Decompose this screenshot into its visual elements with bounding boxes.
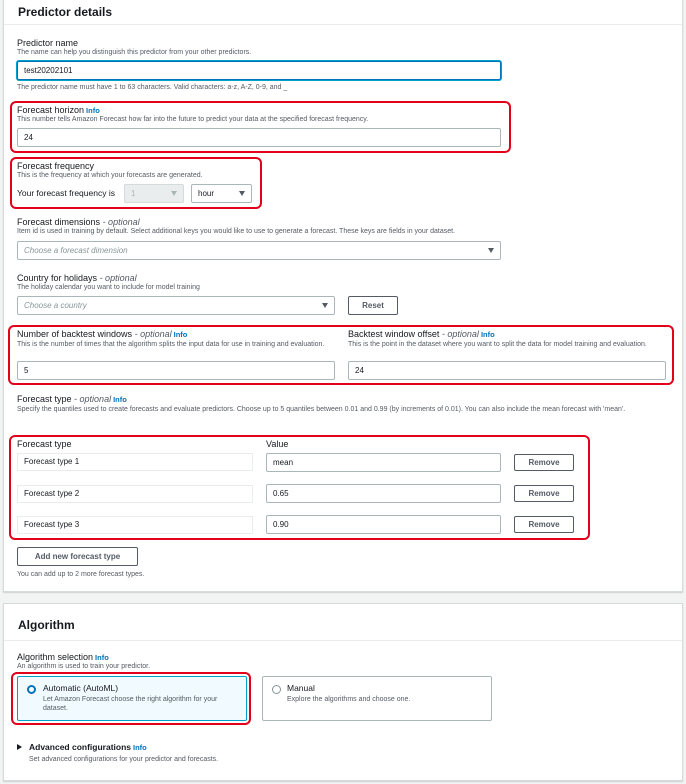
automl-title: Automatic (AutoML)	[43, 683, 119, 693]
backtest-windows-info-link[interactable]: Info	[174, 330, 188, 339]
forecast-dimension-select[interactable]: Choose a forecast dimension	[17, 241, 501, 260]
forecast-dimensions-desc: Item id is used in training by default. …	[17, 228, 456, 235]
backtest-offset-desc: This is the point in the dataset where y…	[348, 341, 647, 348]
divider	[4, 640, 682, 641]
add-forecast-type-hint: You can add up to 2 more forecast types.	[17, 571, 145, 578]
backtest-windows-desc: This is the number of times that the alg…	[17, 341, 325, 348]
forecast-type-desc: Specify the quantiles used to create for…	[17, 406, 626, 413]
manual-radio[interactable]	[272, 685, 281, 694]
predictor-name-hint: The predictor name must have 1 to 63 cha…	[17, 84, 288, 91]
forecast-type-section-label: Forecast type - optional Info	[17, 394, 127, 404]
algorithm-title: Algorithm	[18, 618, 75, 632]
advanced-config-info-link[interactable]: Info	[133, 743, 147, 752]
manual-title: Manual	[287, 683, 315, 693]
forecast-horizon-info-link[interactable]: Info	[86, 106, 100, 115]
manual-option-tile[interactable]: Manual Explore the algorithms and choose…	[262, 676, 492, 721]
chevron-down-icon	[171, 191, 177, 196]
backtest-offset-input[interactable]: 24	[348, 361, 666, 380]
predictor-name-label: Predictor name	[17, 38, 79, 48]
remove-button-row-2[interactable]: Remove	[514, 485, 574, 502]
automl-desc: Let Amazon Forecast choose the right alg…	[43, 696, 218, 712]
add-forecast-type-button[interactable]: Add new forecast type	[17, 547, 138, 566]
chevron-down-icon	[322, 303, 328, 308]
forecast-horizon-desc: This number tells Amazon Forecast how fa…	[17, 116, 369, 123]
backtest-offset-info-link[interactable]: Info	[481, 330, 495, 339]
forecast-type-row-3-value[interactable]: 0.90	[266, 515, 501, 534]
forecast-frequency-label: Forecast frequency	[17, 161, 95, 171]
forecast-frequency-prefix: Your forecast frequency is	[17, 188, 115, 198]
country-select[interactable]: Choose a country	[17, 296, 335, 315]
algorithm-selection-desc: An algorithm is used to train your predi…	[17, 663, 151, 670]
reset-button[interactable]: Reset	[348, 296, 398, 315]
backtest-windows-label: Number of backtest windows - optional Inf…	[17, 329, 188, 339]
country-holidays-label: Country for holidays - optional	[17, 273, 137, 283]
advanced-config-desc: Set advanced configurations for your pre…	[29, 756, 219, 763]
remove-button-row-3[interactable]: Remove	[514, 516, 574, 533]
automl-option-tile[interactable]: Automatic (AutoML) Let Amazon Forecast c…	[17, 676, 247, 721]
chevron-down-icon	[488, 248, 494, 253]
backtest-offset-label: Backtest window offset - optional Info	[348, 329, 495, 339]
predictor-details-title: Predictor details	[18, 5, 113, 19]
forecast-frequency-desc: This is the frequency at which your fore…	[17, 172, 203, 179]
algorithm-selection-info-link[interactable]: Info	[95, 653, 109, 662]
forecast-horizon-label: Forecast horizon Info	[17, 105, 100, 115]
backtest-windows-input[interactable]: 5	[17, 361, 335, 380]
caret-right-icon	[17, 744, 22, 750]
divider	[4, 24, 682, 25]
country-holidays-desc: The holiday calendar you want to include…	[17, 284, 200, 291]
forecast-type-info-link[interactable]: Info	[113, 395, 127, 404]
algorithm-selection-label: Algorithm selection Info	[17, 652, 109, 662]
forecast-type-row-1-name: Forecast type 1	[17, 453, 253, 471]
column-header-forecast-type: Forecast type	[17, 439, 72, 449]
forecast-horizon-input[interactable]: 24	[17, 128, 501, 147]
forecast-type-row-2-name: Forecast type 2	[17, 485, 253, 503]
manual-desc: Explore the algorithms and choose one.	[287, 696, 411, 703]
predictor-name-desc: The name can help you distinguish this p…	[17, 49, 252, 56]
forecast-frequency-unit-select[interactable]: hour	[191, 184, 252, 203]
advanced-config-label: Advanced configurations Info	[29, 742, 147, 752]
forecast-frequency-number-select: 1	[124, 184, 184, 203]
forecast-type-row-1-value[interactable]: mean	[266, 453, 501, 472]
column-header-value: Value	[266, 439, 289, 449]
predictor-name-input[interactable]: test20202101	[17, 61, 501, 80]
forecast-dimensions-label: Forecast dimensions - optional	[17, 217, 140, 227]
remove-button-row-1[interactable]: Remove	[514, 454, 574, 471]
automl-radio[interactable]	[27, 685, 36, 694]
chevron-down-icon	[239, 191, 245, 196]
forecast-type-row-2-value[interactable]: 0.65	[266, 484, 501, 503]
forecast-type-row-3-name: Forecast type 3	[17, 516, 253, 534]
